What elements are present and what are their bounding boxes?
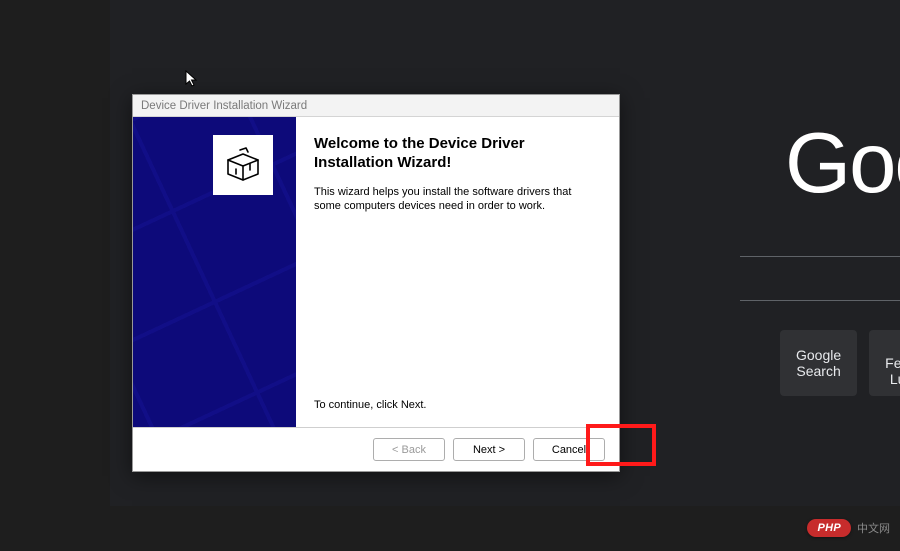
php-badge: PHP [807,519,851,537]
back-button: < Back [373,438,445,461]
dialog-titlebar: Device Driver Installation Wizard [133,95,619,117]
search-input-placeholder[interactable] [740,256,900,301]
google-search-button[interactable]: Google Search [780,330,857,396]
driver-box-icon [213,135,273,195]
dialog-footer: < Back Next > Cancel [133,427,619,471]
watermark-badge: PHP 中文网 [807,519,890,537]
next-button[interactable]: Next > [453,438,525,461]
continue-instruction: To continue, click Next. [314,399,601,415]
badge-text: 中文网 [857,520,890,536]
wizard-description: This wizard helps you install the softwa… [314,185,601,215]
wizard-sidebar-art [133,117,296,427]
feeling-lucky-button[interactable]: I'm Feeling Lucky [869,330,900,396]
installer-dialog: Device Driver Installation Wizard Welcom… [132,94,620,472]
wizard-heading: Welcome to the Device Driver Installatio… [314,135,601,173]
google-logo: Google [785,115,900,213]
cancel-button[interactable]: Cancel [533,438,605,461]
mouse-cursor-icon [185,70,199,93]
dialog-title: Device Driver Installation Wizard [141,100,307,112]
